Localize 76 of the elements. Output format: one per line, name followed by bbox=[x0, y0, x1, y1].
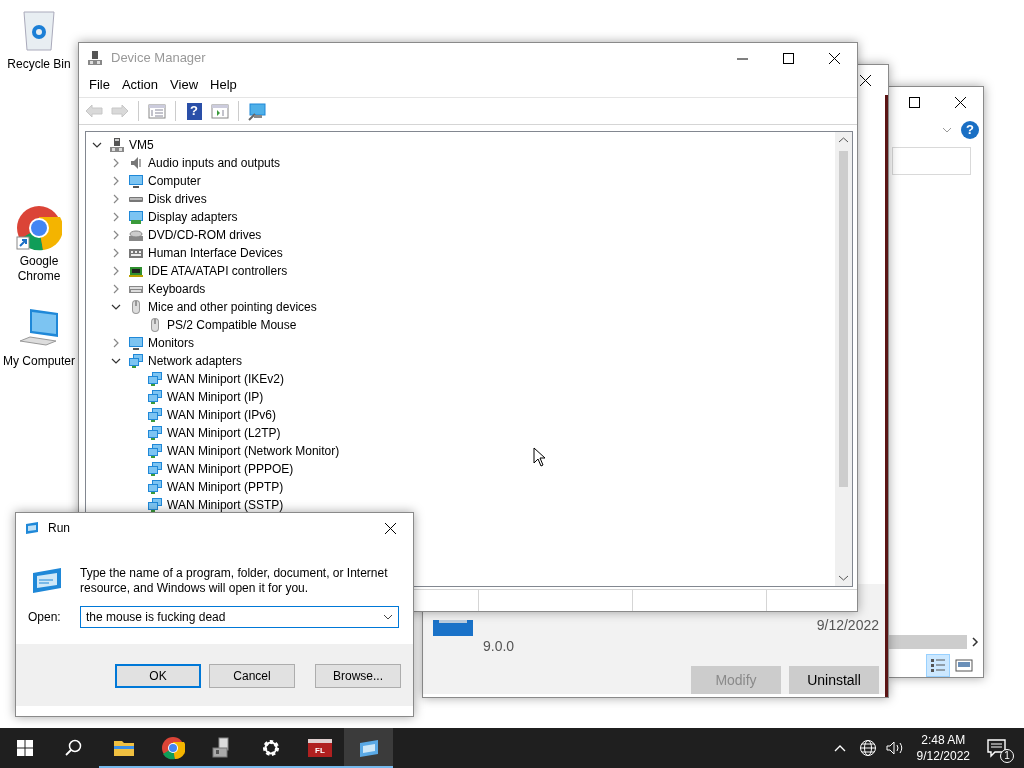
app-icon bbox=[87, 50, 103, 66]
monitor-icon bbox=[128, 335, 144, 351]
network-adapter-icon bbox=[147, 425, 163, 441]
menu-item[interactable]: View bbox=[164, 73, 205, 97]
monitor-scan-icon[interactable] bbox=[247, 101, 267, 121]
menu-item[interactable]: Help bbox=[204, 73, 243, 97]
scrollbar-thumb[interactable] bbox=[839, 151, 848, 487]
pc-icon bbox=[109, 137, 125, 153]
desktop-icon-label[interactable]: My Computer bbox=[0, 354, 78, 369]
network-adapter-icon bbox=[147, 479, 163, 495]
cancel-button[interactable]: Cancel bbox=[209, 664, 295, 688]
tree-item[interactable]: VM5 bbox=[129, 136, 154, 154]
tree-item[interactable]: WAN Miniport (L2TP) bbox=[167, 424, 281, 442]
search-field[interactable] bbox=[892, 147, 971, 175]
network-adapter-icon bbox=[147, 371, 163, 387]
tree-item[interactable]: Computer bbox=[148, 172, 201, 190]
disc-drive-icon bbox=[128, 227, 144, 243]
help-button[interactable]: ? bbox=[186, 102, 202, 120]
tree-item[interactable]: Keyboards bbox=[148, 280, 206, 298]
command-combo-box[interactable]: the mouse is fucking dead bbox=[80, 606, 399, 628]
open-label: Open: bbox=[28, 609, 62, 626]
tree-item[interactable]: WAN Miniport (IP) bbox=[167, 388, 264, 406]
description-text: Type the name of a program, folder, document, or Internet resource, and Windows will open it for you. bbox=[80, 566, 389, 596]
browser-icon[interactable] bbox=[160, 736, 185, 760]
start-icon[interactable] bbox=[15, 739, 34, 757]
window-title: Device Manager bbox=[111, 49, 207, 68]
tree-item[interactable]: PS/2 Compatible Mouse bbox=[167, 316, 297, 334]
menu-item[interactable]: Action bbox=[115, 73, 165, 97]
monitor-icon bbox=[128, 173, 144, 189]
tree-item[interactable]: WAN Miniport (PPTP) bbox=[167, 478, 284, 496]
network-adapter-icon bbox=[147, 461, 163, 477]
tree-item[interactable]: Disk drives bbox=[148, 190, 207, 208]
tree-item[interactable]: Mice and other pointing devices bbox=[148, 298, 317, 316]
clock-date[interactable]: 9/12/2022 bbox=[916, 748, 970, 764]
network-adapter-icon bbox=[128, 353, 144, 369]
scrollbar[interactable] bbox=[889, 635, 967, 649]
tree-item[interactable]: Audio inputs and outputs bbox=[148, 154, 281, 172]
details-view-icon[interactable] bbox=[927, 655, 949, 676]
tree-item[interactable]: Network adapters bbox=[148, 352, 243, 370]
uninstall-button[interactable]: Uninstall bbox=[789, 666, 879, 694]
network-adapter-icon bbox=[147, 407, 163, 423]
display-adapter-icon bbox=[128, 209, 144, 225]
tree-item[interactable]: WAN Miniport (Network Monitor) bbox=[167, 442, 340, 460]
tree-item[interactable]: WAN Miniport (SSTP) bbox=[167, 496, 284, 514]
desktop-icon-label[interactable]: Recycle Bin bbox=[0, 57, 78, 72]
speaker-icon[interactable] bbox=[884, 739, 905, 757]
network-adapter-icon bbox=[147, 497, 163, 513]
menu-item[interactable]: File bbox=[83, 73, 116, 97]
search-icon[interactable] bbox=[64, 739, 83, 757]
ok-button[interactable]: OK bbox=[115, 664, 201, 688]
clock-time[interactable]: 2:48 AM bbox=[921, 732, 966, 748]
browse-button[interactable]: Browse... bbox=[315, 664, 401, 688]
archive-app-icon[interactable]: FL bbox=[306, 736, 333, 760]
notification-badge: 1 bbox=[1000, 749, 1014, 763]
help-button[interactable]: ? bbox=[961, 120, 979, 139]
tree-item[interactable]: DVD/CD-ROM drives bbox=[148, 226, 262, 244]
window-title: Run bbox=[48, 520, 71, 537]
tree-item[interactable]: WAN Miniport (IKEv2) bbox=[167, 370, 284, 388]
app-version: 9.0.0 bbox=[483, 637, 515, 656]
tree-item[interactable]: WAN Miniport (IPv6) bbox=[167, 406, 276, 424]
tree-item[interactable]: WAN Miniport (PPPOE) bbox=[167, 460, 294, 478]
run-icon bbox=[30, 565, 64, 595]
tree-item[interactable]: Human Interface Devices bbox=[148, 244, 283, 262]
tree-item[interactable]: IDE ATA/ATAPI controllers bbox=[148, 262, 288, 280]
globe-icon[interactable] bbox=[858, 739, 877, 757]
app-icon bbox=[433, 620, 473, 636]
tree-item[interactable]: Monitors bbox=[148, 334, 194, 352]
desktop-icon-label[interactable]: Google Chrome bbox=[0, 254, 78, 284]
speaker-icon bbox=[128, 155, 144, 171]
cursor-icon bbox=[533, 447, 547, 467]
network-adapter-icon bbox=[147, 443, 163, 459]
install-date: 9/12/2022 bbox=[816, 616, 879, 635]
run-icon bbox=[24, 520, 40, 536]
network-adapter-icon bbox=[147, 389, 163, 405]
notification-icon[interactable] bbox=[986, 737, 1008, 759]
tree-item[interactable]: Display adapters bbox=[148, 208, 238, 226]
